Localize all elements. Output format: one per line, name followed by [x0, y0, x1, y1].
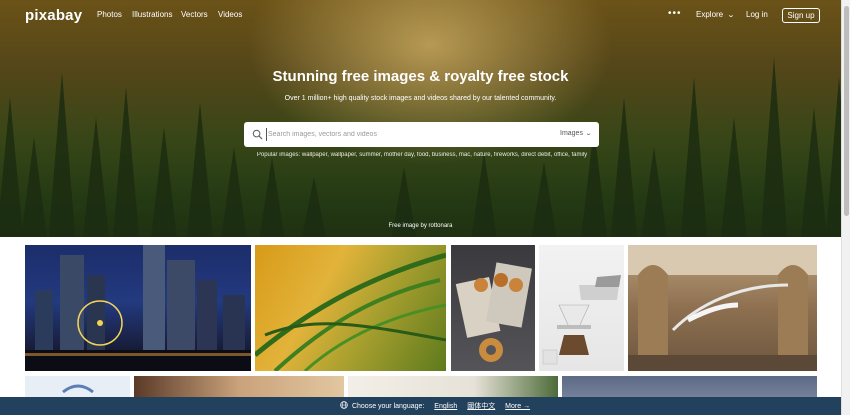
hero-banner: pixabay Photos Illustrations Vectors Vid…: [0, 0, 841, 237]
hero-subtitle: Over 1 million+ high quality stock image…: [284, 95, 557, 102]
search-type-label: Images: [560, 130, 583, 137]
popular-searches[interactable]: Popular images: wallpaper, wallpaper, su…: [250, 151, 594, 159]
language-bar: Choose your language: English 國体中文 More …: [0, 397, 841, 415]
search-type-select[interactable]: Images ⌄: [560, 130, 593, 137]
more-options-icon[interactable]: •••: [668, 8, 682, 19]
hero-title: Stunning free images & royalty free stoc…: [272, 68, 569, 85]
gallery-image-pastry[interactable]: [451, 245, 535, 371]
nav-videos-link[interactable]: Videos: [218, 10, 242, 19]
pastry-illustration: [455, 262, 532, 362]
gallery-image-city-skyline[interactable]: [25, 245, 251, 371]
globe-icon: [340, 401, 348, 409]
search-icon[interactable]: [252, 129, 263, 140]
gallery-image-museum[interactable]: [628, 245, 817, 371]
chevron-down-icon: ⌄: [584, 131, 593, 137]
language-option-english[interactable]: English: [434, 403, 457, 410]
page-scrollbar[interactable]: [841, 0, 850, 415]
language-option-chinese[interactable]: 國体中文: [467, 403, 495, 410]
museum-illustration: [628, 245, 817, 371]
city-skyline-illustration: [25, 245, 251, 371]
explore-menu[interactable]: Explore ⌄: [696, 10, 736, 19]
top-navigation: pixabay Photos Illustrations Vectors Vid…: [0, 0, 841, 32]
nav-photos-link[interactable]: Photos: [97, 10, 122, 19]
coffee-illustration: [542, 275, 621, 365]
nav-illustrations-link[interactable]: Illustrations: [132, 10, 172, 19]
signup-button[interactable]: Sign up: [782, 8, 820, 23]
more-languages-link[interactable]: More →: [505, 403, 530, 410]
gallery-image-coffee[interactable]: [539, 245, 624, 371]
chevron-down-icon: ⌄: [726, 12, 736, 19]
search-bar: Images⌄: [244, 122, 599, 147]
nav-vectors-link[interactable]: Vectors: [181, 10, 208, 19]
pixabay-logo[interactable]: pixabay: [25, 7, 82, 24]
search-input[interactable]: [266, 128, 546, 141]
image-credit[interactable]: Free image by rottonara: [0, 223, 841, 229]
page: pixabay Photos Illustrations Vectors Vid…: [0, 0, 850, 415]
grass-illustration: [255, 252, 446, 371]
login-link[interactable]: Log in: [746, 10, 768, 19]
gallery-image-green-grass[interactable]: [255, 245, 446, 371]
explore-label: Explore: [696, 10, 724, 19]
scrollbar-thumb[interactable]: [844, 6, 849, 216]
language-prompt: Choose your language:: [351, 403, 425, 410]
